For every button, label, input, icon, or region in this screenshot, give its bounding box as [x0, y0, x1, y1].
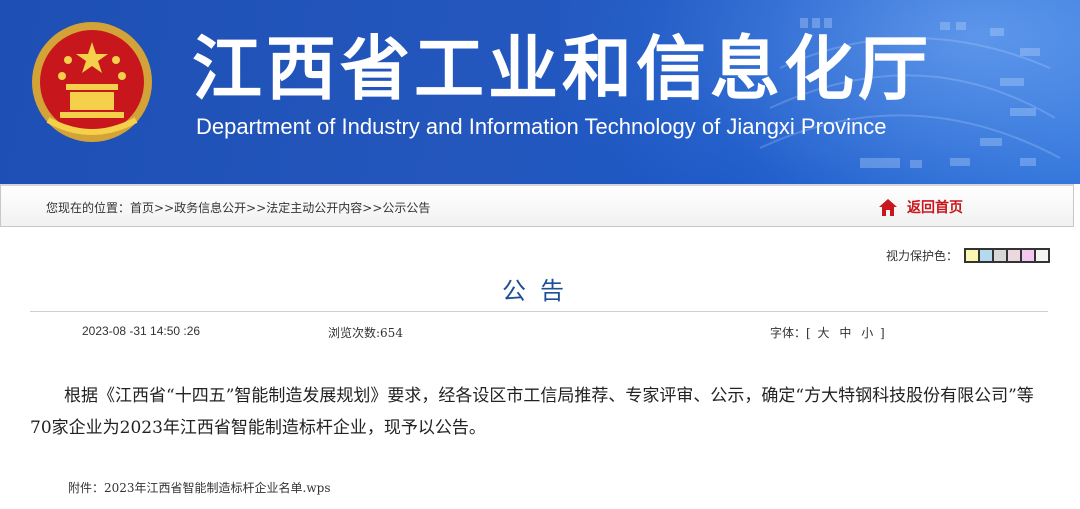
- article-title: 公告: [502, 277, 578, 305]
- attachment-link[interactable]: 2023年江西省智能制造标杆企业名单.wps: [104, 481, 330, 495]
- font-size-control: 字体：[ 大 中 小 ]: [770, 324, 885, 341]
- breadcrumb: 您现在的位置：首页>>政务信息公开>>法定主动公开内容>>公示公告: [46, 199, 430, 216]
- article-body: 根据《江西省“十四五”智能制造发展规划》要求，经各设区市工信局推荐、专家评审、公…: [30, 386, 1034, 438]
- eye-protection-label: 视力保护色：: [885, 249, 958, 263]
- font-size-medium[interactable]: 中: [839, 326, 851, 340]
- breadcrumb-prefix: 您现在的位置：: [46, 201, 131, 215]
- breadcrumb-separator: >>: [362, 201, 383, 215]
- national-emblem-icon: [32, 22, 152, 142]
- breadcrumb-notices[interactable]: 公示公告: [382, 201, 430, 215]
- publish-date: 2023-08 -31 14:50 :26: [82, 324, 201, 338]
- header-banner: 江西省工业和信息化厅 Department of Industry and In…: [0, 0, 1080, 184]
- home-icon: [879, 198, 897, 216]
- swatch-white[interactable]: [1035, 249, 1049, 262]
- breadcrumb-separator: >>: [246, 201, 267, 215]
- font-size-label: 字体：[: [770, 326, 811, 340]
- return-home-label: 返回首页: [907, 200, 963, 216]
- view-count: 浏览次数:654: [328, 324, 403, 341]
- eye-protection-colors: 视力保护色：: [886, 247, 1050, 264]
- attachment: 附件：2023年江西省智能制造标杆企业名单.wps: [68, 479, 330, 496]
- title-divider: [30, 311, 1048, 312]
- attachment-label: 附件：: [68, 481, 105, 495]
- breadcrumb-separator: >>: [154, 201, 175, 215]
- swatch-pinkgray[interactable]: [1007, 249, 1021, 262]
- swatch-blue[interactable]: [979, 249, 993, 262]
- breadcrumb-home[interactable]: 首页: [130, 201, 154, 215]
- swatch-pink[interactable]: [1021, 249, 1035, 262]
- site-subtitle: Department of Industry and Information T…: [196, 114, 887, 139]
- font-size-close: ]: [880, 326, 885, 340]
- location-bar: 您现在的位置：首页>>政务信息公开>>法定主动公开内容>>公示公告 返回首页: [0, 184, 1074, 227]
- font-size-small[interactable]: 小: [861, 326, 873, 340]
- swatch-gray[interactable]: [993, 249, 1007, 262]
- color-swatches: [964, 248, 1050, 263]
- swatch-yellow[interactable]: [965, 249, 979, 262]
- font-size-large[interactable]: 大: [818, 326, 830, 340]
- breadcrumb-gov-info[interactable]: 政务信息公开: [174, 201, 246, 215]
- article-content: 视力保护色： 公告 2023-08 -31 14:50 :26 浏览次数:654…: [0, 227, 1080, 509]
- view-count-value: 654: [380, 326, 403, 340]
- breadcrumb-statutory[interactable]: 法定主动公开内容: [266, 201, 362, 215]
- view-count-label: 浏览次数:: [328, 326, 381, 340]
- return-home-button[interactable]: 返回首页: [879, 197, 963, 217]
- site-title: 江西省工业和信息化厅: [192, 28, 932, 110]
